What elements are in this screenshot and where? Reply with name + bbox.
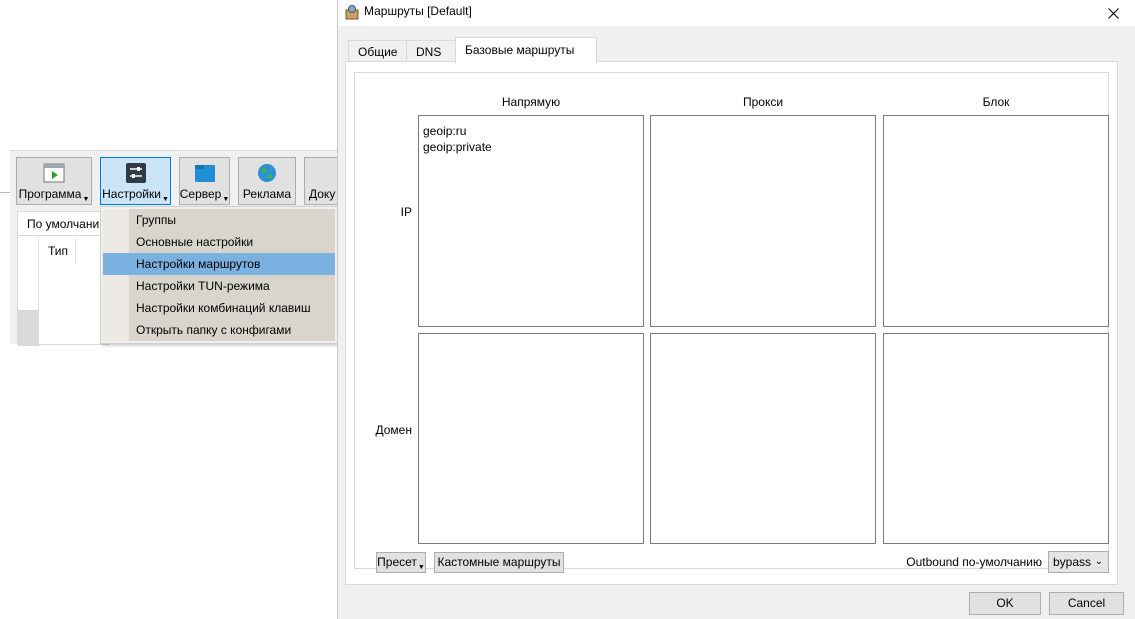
cancel-button[interactable]: Cancel [1049,592,1124,615]
outbound-label: Outbound по-умолчанию [906,555,1042,569]
routes-frame: Напрямую Прокси Блок IP Домен geoip:ru g… [354,72,1109,573]
dropdown-arrow-icon: ▼ [82,196,90,203]
toolbar-server-label: Сервер [179,187,222,201]
settings-sliders-icon [125,163,146,183]
column-separator [75,238,76,264]
tab-general[interactable]: Общие [348,40,407,62]
menu-item-label: Открыть папку с конфигами [136,323,292,337]
toolbar-settings-label: Настройки [102,187,161,201]
play-app-icon [43,163,65,183]
dropdown-arrow-icon: ▼ [222,196,230,203]
text-line: geoip:ru [423,124,467,138]
tab-dns[interactable]: DNS [406,40,456,62]
menu-item-hotkey-settings[interactable]: Настройки комбинаций клавиш [103,297,335,319]
close-button[interactable] [1090,0,1135,26]
ip-direct-textarea[interactable]: geoip:ru geoip:private [418,115,644,327]
toolbar-ads-button[interactable]: Реклама [238,157,296,205]
window-edge-line [0,192,10,193]
preset-button-label: Пресет [377,555,417,569]
toolbar-program-label: Программа [18,187,82,201]
menu-item-tun-settings[interactable]: Настройки TUN-режима [103,275,335,297]
server-folder-icon [194,165,215,182]
tab-default-label: По умолчани [27,217,100,231]
column-title-direct: Напрямую [501,95,561,109]
tab-base-routes[interactable]: Базовые маршруты [455,37,597,63]
close-icon [1107,7,1119,19]
ip-proxy-textarea[interactable] [650,115,876,327]
tab-general-label: Общие [358,45,398,59]
column-title-proxy: Прокси [742,95,784,109]
base-routes-panel: Напрямую Прокси Блок IP Домен geoip:ru g… [345,61,1118,585]
outbound-select[interactable]: bypass ⌄ [1048,551,1109,573]
menu-item-routing-settings[interactable]: Настройки маршрутов [103,253,335,275]
text-line: geoip:private [423,140,492,154]
column-header-type[interactable]: Тип [48,244,68,258]
globe-icon [258,164,276,182]
dropdown-arrow-icon: ▼ [161,196,169,203]
toolbar-settings-button[interactable]: Настройки▼ [100,157,171,205]
menu-item-label: Настройки комбинаций клавиш [136,301,311,315]
toolbar-docs-label: Доку [309,187,336,201]
menu-item-label: Настройки маршрутов [136,257,261,271]
domain-block-textarea[interactable] [883,333,1109,544]
tab-default-group[interactable]: По умолчани [17,211,110,236]
row-label-domain: Домен [375,423,413,437]
ip-block-textarea[interactable] [883,115,1109,327]
column-title-block: Блок [982,95,1010,109]
server-list[interactable]: Тип [17,235,110,346]
menu-item-label: Основные настройки [136,235,254,249]
toolbar-server-button[interactable]: Сервер▼ [179,157,230,205]
tab-dns-label: DNS [416,45,442,59]
custom-routes-button-label: Кастомные маршруты [437,555,561,569]
custom-routes-button[interactable]: Кастомные маршруты [434,552,564,573]
ok-button[interactable]: OK [969,592,1041,615]
settings-dropdown-menu: Группы Основные настройки Настройки марш… [100,206,338,344]
outbound-select-value: bypass [1053,555,1092,569]
menu-item-label: Группы [136,213,176,227]
domain-proxy-textarea[interactable] [650,333,876,544]
toolbar-docs-button[interactable]: Доку [304,157,340,205]
menu-item-open-config-folder[interactable]: Открыть папку с конфигами [103,319,335,341]
menu-item-main-settings[interactable]: Основные настройки [103,231,335,253]
app-icon [345,5,359,20]
dialog-title: Маршруты [Default] [364,4,472,18]
chevron-down-icon: ⌄ [1094,556,1103,567]
menu-item-groups[interactable]: Группы [103,209,335,231]
cancel-button-label: Cancel [1067,596,1106,610]
toolbar-ads-label: Реклама [242,187,292,201]
ok-button-label: OK [996,596,1014,610]
toolbar-program-button[interactable]: Программа▼ [16,157,92,205]
row-header-gutter-dark [18,310,39,346]
preset-button[interactable]: Пресет▼ [376,552,426,573]
dropdown-arrow-icon: ▼ [417,564,425,571]
tab-base-routes-label: Базовые маршруты [465,43,575,57]
dialog-titlebar[interactable]: Маршруты [Default] [338,0,1135,26]
menu-item-label: Настройки TUN-режима [136,279,270,293]
row-label-ip: IP [400,205,412,219]
domain-direct-textarea[interactable] [418,333,644,544]
